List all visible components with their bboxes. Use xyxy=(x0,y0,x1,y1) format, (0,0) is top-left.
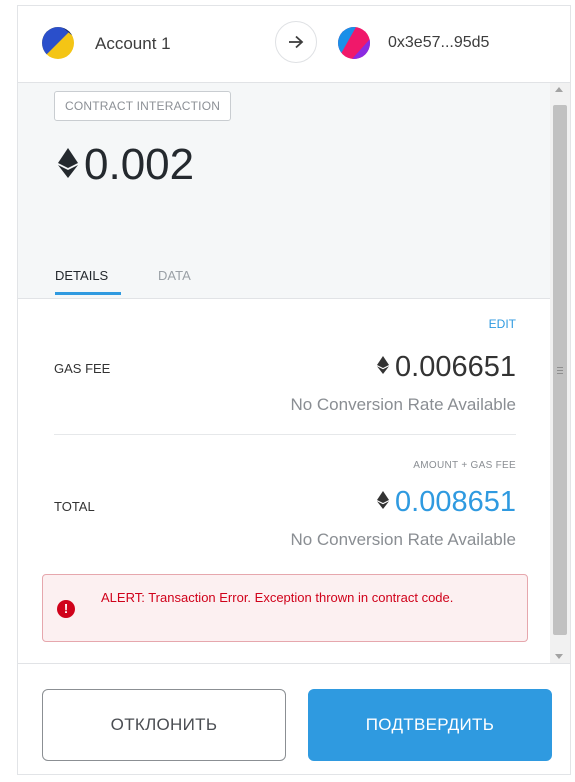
scrollbar[interactable] xyxy=(550,83,570,663)
active-tab-indicator xyxy=(55,292,121,295)
confirm-button[interactable]: ПОДТВЕРДИТЬ xyxy=(308,689,552,761)
alert-icon: ! xyxy=(57,600,75,618)
reject-button[interactable]: ОТКЛОНИТЬ xyxy=(42,689,286,761)
grip-line xyxy=(557,367,563,368)
confirm-transaction-panel: Account 1 0x3e57...95d5 CONTRACT INTERAC… xyxy=(17,5,571,775)
transaction-summary: CONTRACT INTERACTION 0.002 DETAILS DATA xyxy=(18,83,550,299)
arrow-right-icon xyxy=(275,21,317,63)
gas-fee-value: 0.006651 xyxy=(395,351,516,383)
gas-fee-amount: 0.006651 xyxy=(377,351,516,384)
recipient-address: 0x3e57...95d5 xyxy=(388,34,490,51)
scrollbar-thumb[interactable] xyxy=(553,105,567,635)
transaction-amount: 0.002 xyxy=(84,140,195,189)
gas-fee-label: GAS FEE xyxy=(54,361,111,376)
tab-data[interactable]: DATA xyxy=(158,268,191,283)
method-badge: CONTRACT INTERACTION xyxy=(54,91,232,121)
total-amount: 0.008651 xyxy=(377,486,516,519)
grip-line xyxy=(557,370,563,371)
eth-icon xyxy=(58,147,78,183)
total-conversion: No Conversion Rate Available xyxy=(290,530,516,549)
grip-line xyxy=(557,373,563,374)
recipient-identicon xyxy=(338,27,370,59)
tab-details[interactable]: DETAILS xyxy=(55,268,108,283)
alert-text: ALERT: Transaction Error. Exception thro… xyxy=(101,590,454,605)
account-name: Account 1 xyxy=(95,34,171,53)
details-divider xyxy=(54,434,516,435)
account-identicon xyxy=(42,27,74,59)
total-label: TOTAL xyxy=(54,499,95,514)
scroll-up-arrow-icon[interactable] xyxy=(555,87,563,92)
edit-gas-link[interactable]: EDIT xyxy=(489,317,516,331)
total-value: 0.008651 xyxy=(395,486,516,518)
gas-fee-conversion: No Conversion Rate Available xyxy=(290,395,516,414)
action-footer: ОТКЛОНИТЬ ПОДТВЕРДИТЬ xyxy=(18,663,570,774)
error-alert: ! ALERT: Transaction Error. Exception th… xyxy=(42,574,528,642)
total-sublabel: AMOUNT + GAS FEE xyxy=(413,460,516,471)
amount-row: 0.002 xyxy=(58,135,194,195)
eth-icon xyxy=(377,491,390,514)
scroll-down-arrow-icon[interactable] xyxy=(555,654,563,659)
eth-icon xyxy=(377,356,390,379)
sender-recipient-header: Account 1 0x3e57...95d5 xyxy=(18,6,570,83)
